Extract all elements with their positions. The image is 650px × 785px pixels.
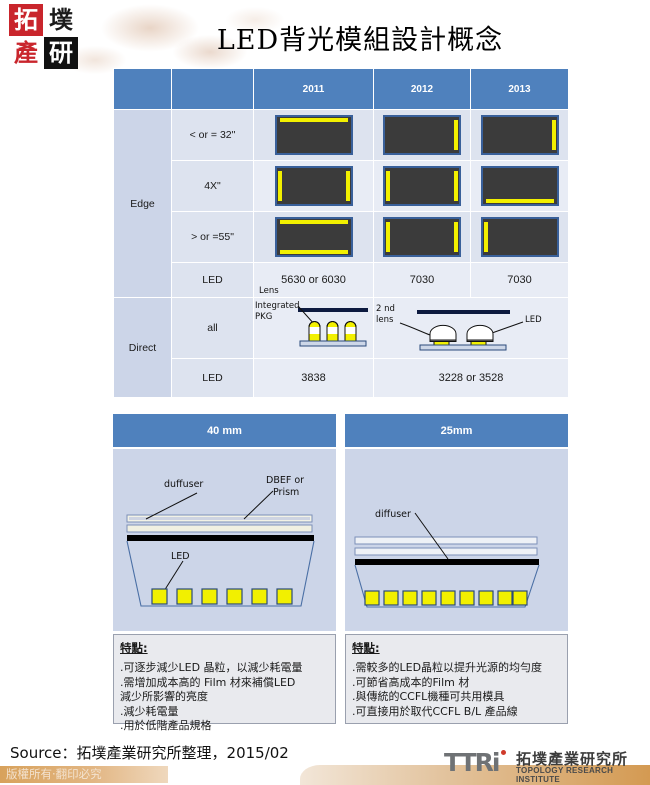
source-line: Source：拓墣產業研究所整理，2015/02 [10, 744, 289, 762]
direct-led-2012-2013: 3228 or 3528 [373, 358, 569, 398]
size-label-4x: 4X" [171, 160, 254, 212]
note-item: .需增加成本高的 Film 材來補償LED [120, 675, 296, 689]
size-label-32: < or = 32" [171, 109, 254, 161]
table-row: 4X" [114, 160, 569, 212]
logo-char-2: 墣 [44, 4, 78, 36]
note-item: .與傳統的CCFL機種可共用模具 [352, 690, 505, 703]
panel-2013-32 [470, 109, 569, 161]
panel-2012-4x [373, 160, 471, 212]
tri-wordmark-letters: TTRi [444, 748, 500, 777]
header-2012: 2012 [373, 68, 471, 110]
diagram-integrated-pkg: Lens Integrated PKG [253, 286, 374, 359]
header-blank-1 [113, 68, 172, 110]
lens-label: Lens [259, 286, 279, 296]
edge-led-2012: 7030 [373, 262, 471, 298]
size-label-55: > or =55" [171, 211, 254, 263]
edge-led-2013: 7030 [470, 262, 569, 298]
header-2013: 2013 [470, 68, 569, 110]
diagram-25mm: diffuser [345, 449, 568, 631]
note-item: .用於低階產品規格 [120, 719, 212, 732]
note-item: .減少耗電量 [120, 704, 179, 718]
tri-wordmark: TTRi 拓墣產業研究所 TOPOLOGY RESEARCH INSTITUTE [444, 748, 644, 784]
panel-2012-32 [373, 109, 471, 161]
notes-list-40mm: .可逐步減少LED 晶粒，以減少耗電量 .需增加成本高的 Film 材來補償LE… [120, 661, 331, 734]
direct-all-label: all [171, 297, 254, 359]
panel-2013-4x [470, 160, 569, 212]
panel-2011-4x [253, 160, 374, 212]
table-header-row: 2011 2012 2013 [113, 68, 569, 110]
direct-led-label: LED [171, 358, 254, 398]
table-row: LED 5630 or 6030 7030 7030 [114, 262, 569, 298]
comparison-panel-40mm: 40 mm duffuser DBEF or Prism LED 特點: .可逐… [113, 414, 336, 732]
panel-title-25mm: 25mm [345, 414, 568, 447]
group-label-direct: Direct [113, 297, 172, 398]
header-blank-2 [171, 68, 254, 110]
notes-title-25mm: 特點: [352, 641, 380, 655]
panel-2012-55 [373, 211, 471, 263]
comparison-panel-25mm: 25mm diffuser 特點: .需較多的LED晶粒以提升光源的均勻度 .可… [345, 414, 568, 724]
table-row: Edge < or = 32" [113, 109, 569, 298]
notes-40mm: 特點: .可逐步減少LED 晶粒，以減少耗電量 .需增加成本高的 Film 材來… [113, 634, 336, 732]
tri-square-logo: 拓 墣 產 研 [9, 4, 79, 70]
led-backlight-spec-table: 2011 2012 2013 Edge < or = 32" 4X" > or … [113, 68, 569, 398]
note-item: .需較多的LED晶粒以提升光源的均勻度 [352, 661, 543, 674]
note-item: .可直接用於取代CCFL B/L 產品線 [352, 704, 518, 718]
panel-2013-55 [470, 211, 569, 263]
note-item: 減少所影響的亮度 [120, 690, 208, 703]
tri-wordmark-en: TOPOLOGY RESEARCH INSTITUTE [516, 766, 614, 784]
direct-led-2011: 3838 [253, 358, 374, 398]
notes-list-25mm: .需較多的LED晶粒以提升光源的均勻度 .可節省高成本的Film 材 .與傳統的… [352, 661, 563, 719]
logo-char-4: 研 [44, 37, 78, 69]
group-label-edge: Edge [113, 109, 172, 298]
logo-char-1: 拓 [9, 4, 43, 36]
diagram-40mm: duffuser DBEF or Prism LED [113, 449, 336, 631]
logo-char-3: 產 [9, 37, 43, 69]
notes-title-40mm: 特點: [120, 641, 148, 655]
header-2011: 2011 [253, 68, 374, 110]
note-item: .可逐步減少LED 晶粒，以減少耗電量 [120, 661, 303, 674]
table-row: LED 3838 3228 or 3528 [114, 358, 569, 398]
tri-wordmark-dot [501, 750, 506, 755]
diagram-2nd-lens: 2 nd lens LED [373, 297, 569, 359]
table-row: Direct all Lens Integrated PKG 2 nd lens… [113, 286, 569, 398]
copyright-text: 版權所有‧翻印必究 [6, 767, 102, 781]
copyright-bar: 版權所有‧翻印必究 [0, 766, 168, 783]
page-title: LED背光模組設計概念 [216, 25, 504, 56]
panel-2011-32 [253, 109, 374, 161]
note-item: .可節省高成本的Film 材 [352, 675, 470, 689]
panel-title-40mm: 40 mm [113, 414, 336, 447]
edge-led-label: LED [171, 262, 254, 298]
notes-25mm: 特點: .需較多的LED晶粒以提升光源的均勻度 .可節省高成本的Film 材 .… [345, 634, 568, 724]
panel-2011-55 [253, 211, 374, 263]
table-row: > or =55" [114, 211, 569, 263]
comparison-section: 40 mm duffuser DBEF or Prism LED 特點: .可逐… [113, 414, 568, 732]
